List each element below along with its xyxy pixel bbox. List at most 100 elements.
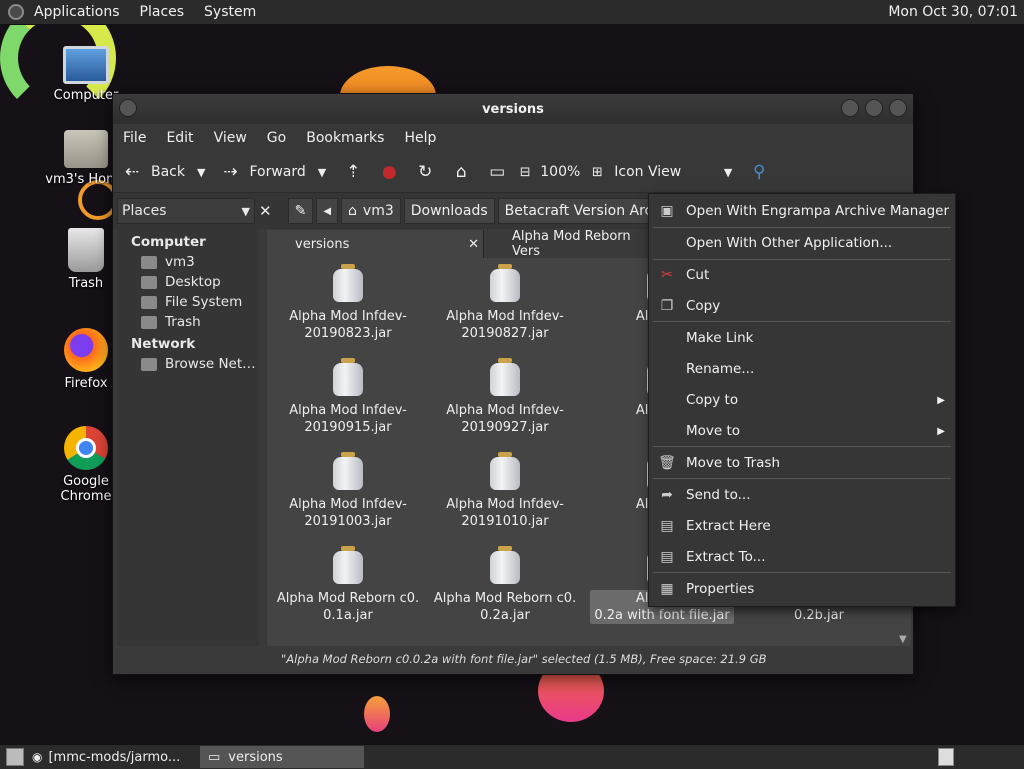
- chevron-down-icon[interactable]: ▼: [197, 166, 205, 179]
- menu-item-copy-to[interactable]: Copy to ▶: [649, 386, 955, 414]
- menu-edit[interactable]: Edit: [156, 130, 203, 146]
- tab-alpha-mod-reborn[interactable]: Alpha Mod Reborn Vers: [483, 230, 653, 259]
- menu-item-open-with-engrampa[interactable]: ▣ Open With Engrampa Archive Manager: [649, 197, 955, 225]
- copy-icon: ❐: [660, 298, 674, 314]
- sidebar-item-desktop[interactable]: Desktop: [117, 270, 259, 290]
- file-item[interactable]: Alpha Mod Infdev- 20190827.jar: [430, 264, 580, 342]
- close-tab-icon[interactable]: ✕: [468, 237, 479, 252]
- menu-item-label: Open With Engrampa Archive Manager: [686, 203, 950, 219]
- applications-menu[interactable]: Applications: [24, 4, 130, 20]
- forward-button[interactable]: ⇢ Forward ▼: [219, 162, 326, 182]
- menu-item-open-with-other[interactable]: Open With Other Application...: [649, 229, 955, 257]
- up-button[interactable]: ⇡: [342, 162, 364, 182]
- zoom-level: 100%: [540, 164, 581, 180]
- menu-bookmarks[interactable]: Bookmarks: [296, 130, 394, 146]
- view-mode-select[interactable]: Icon View ▼: [614, 164, 732, 180]
- computer-button[interactable]: ▭: [486, 162, 508, 182]
- file-item[interactable]: Alpha Mod Infdev- 20191003.jar: [273, 452, 423, 530]
- menu-go[interactable]: Go: [257, 130, 296, 146]
- home-icon: ⌂: [455, 162, 467, 182]
- menu-help[interactable]: Help: [394, 130, 446, 146]
- trash-icon: 🗑: [658, 455, 676, 471]
- maximize-button[interactable]: [865, 99, 883, 117]
- sidebar-item-file-system[interactable]: File System: [117, 290, 259, 310]
- menu-view[interactable]: View: [204, 130, 257, 146]
- file-item[interactable]: Alpha Mod Infdev- 20191010.jar: [430, 452, 580, 530]
- trash-icon: [141, 315, 157, 329]
- scroll-down-arrow-icon[interactable]: ▼: [899, 634, 907, 645]
- menu-item-label: Rename...: [686, 361, 755, 377]
- menu-item-properties[interactable]: ▦ Properties: [649, 575, 955, 603]
- menu-item-copy[interactable]: ❐ Copy: [649, 292, 955, 320]
- taskbar-item-browser[interactable]: ◉ [mmc-mods/jarmo...: [24, 746, 200, 768]
- zoom-out-button[interactable]: ⊟: [514, 165, 536, 180]
- toggle-location-entry-button[interactable]: ✎: [287, 198, 314, 224]
- menu-item-label: Move to: [686, 423, 741, 439]
- menu-item-rename[interactable]: Rename...: [649, 355, 955, 383]
- bottom-panel: ◉ [mmc-mods/jarmo... ▭ versions: [0, 744, 1024, 769]
- submenu-arrow-icon: ▶: [937, 394, 945, 406]
- menu-file[interactable]: File: [113, 130, 156, 146]
- top-panel: Applications Places System Mon Oct 30, 0…: [0, 0, 1024, 25]
- back-button[interactable]: ⇠ Back ▼: [121, 162, 206, 182]
- menu-item-label: Copy: [686, 298, 721, 314]
- zoom-in-button[interactable]: ⊞: [586, 165, 608, 180]
- file-item-label: 0.2b.jar: [794, 608, 844, 623]
- distro-logo-icon[interactable]: [8, 4, 24, 20]
- chevron-down-icon[interactable]: ▼: [318, 166, 326, 179]
- menu-item-send-to[interactable]: ➦ Send to...: [649, 481, 955, 509]
- archive-manager-icon: ▣: [660, 203, 674, 219]
- sidebar-item-browse-network[interactable]: Browse Net…: [117, 352, 259, 372]
- home-icon: ⌂: [348, 203, 357, 219]
- path-scroll-left-button[interactable]: ◀: [316, 198, 339, 224]
- sidebar-item-vm3[interactable]: vm3: [117, 250, 259, 270]
- minimize-button[interactable]: [841, 99, 859, 117]
- jar-file-icon: [490, 452, 520, 490]
- close-button[interactable]: [889, 99, 907, 117]
- menu-item-extract-here[interactable]: ▤ Extract Here: [649, 512, 955, 540]
- close-sidebar-icon[interactable]: ✕: [259, 202, 272, 220]
- file-item[interactable]: Alpha Mod Infdev- 20190915.jar: [273, 358, 423, 436]
- menu-item-move-to[interactable]: Move to ▶: [649, 417, 955, 445]
- places-menu[interactable]: Places: [130, 4, 195, 20]
- stop-button[interactable]: ●: [378, 162, 400, 182]
- file-item-label: Alpha Mod Infdev- 20190927.jar: [446, 403, 564, 435]
- sidebar-selector[interactable]: Places ▼: [117, 198, 255, 224]
- workspace-switcher-icon[interactable]: [938, 748, 954, 766]
- file-item[interactable]: Alpha Mod Reborn c0. 0.2a.jar: [430, 546, 580, 624]
- firefox-icon: [64, 328, 108, 372]
- clock[interactable]: Mon Oct 30, 07:01: [888, 4, 1024, 20]
- sidebar-item-trash[interactable]: Trash: [117, 310, 259, 330]
- menubar: File Edit View Go Bookmarks Help: [113, 124, 913, 152]
- reload-button[interactable]: ↻: [414, 162, 436, 182]
- taskbar-item-versions[interactable]: ▭ versions: [200, 746, 364, 768]
- file-item[interactable]: Alpha Mod Infdev- 20190927.jar: [430, 358, 580, 436]
- home-button[interactable]: ⌂: [450, 162, 472, 182]
- menu-separator: [653, 227, 951, 228]
- path-segment-vm3[interactable]: ⌂ vm3: [341, 198, 401, 224]
- window-titlebar[interactable]: versions: [113, 94, 913, 124]
- jar-file-icon: [333, 358, 363, 396]
- forward-arrow-icon: ⇢: [223, 162, 238, 182]
- show-desktop-icon[interactable]: [6, 748, 24, 766]
- tab-versions[interactable]: versions ✕: [267, 230, 483, 258]
- send-icon: ➦: [661, 487, 673, 503]
- file-item[interactable]: Alpha Mod Reborn c0. 0.1a.jar: [273, 546, 423, 624]
- menu-item-extract-to[interactable]: ▤ Extract To...: [649, 543, 955, 571]
- file-item-label: Alpha Mod Infdev- 20191010.jar: [446, 497, 564, 529]
- taskbar-item-label: versions: [228, 749, 283, 765]
- system-menu[interactable]: System: [194, 4, 266, 20]
- window-title: versions: [482, 101, 544, 117]
- status-text: "Alpha Mod Reborn c0.0.2a with font file…: [281, 652, 767, 666]
- path-segment-downloads[interactable]: Downloads: [403, 198, 495, 224]
- file-item[interactable]: Alpha Mod Infdev- 20190823.jar: [273, 264, 423, 342]
- sidebar-item-label: Trash: [165, 314, 201, 330]
- menu-item-move-to-trash[interactable]: 🗑 Move to Trash: [649, 449, 955, 477]
- window-menu-button[interactable]: [119, 99, 137, 117]
- menu-item-cut[interactable]: ✂ Cut: [649, 261, 955, 289]
- search-button[interactable]: ⚲: [748, 162, 770, 182]
- menu-item-make-link[interactable]: Make Link: [649, 324, 955, 352]
- path-segment-label: vm3: [362, 203, 394, 219]
- sidebar-header-network: Network: [131, 336, 196, 352]
- submenu-arrow-icon: ▶: [937, 425, 945, 437]
